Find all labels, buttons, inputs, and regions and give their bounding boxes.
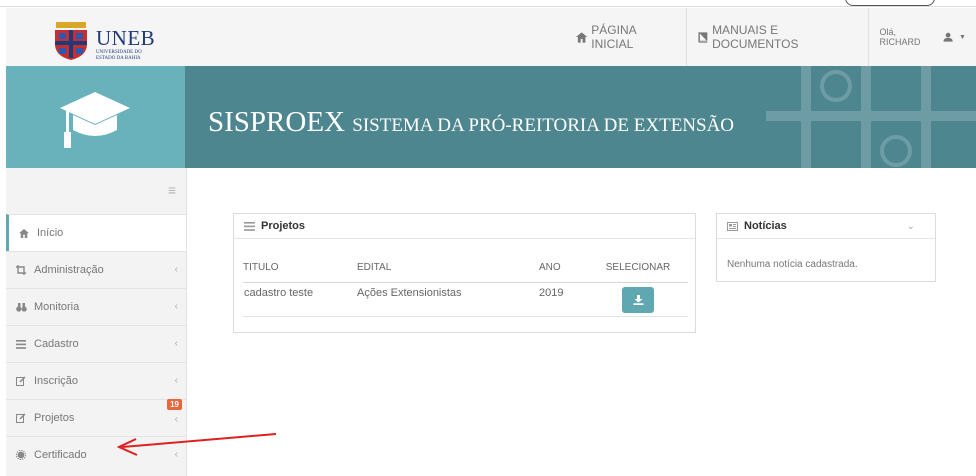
annotation-arrow-icon [116,433,277,456]
